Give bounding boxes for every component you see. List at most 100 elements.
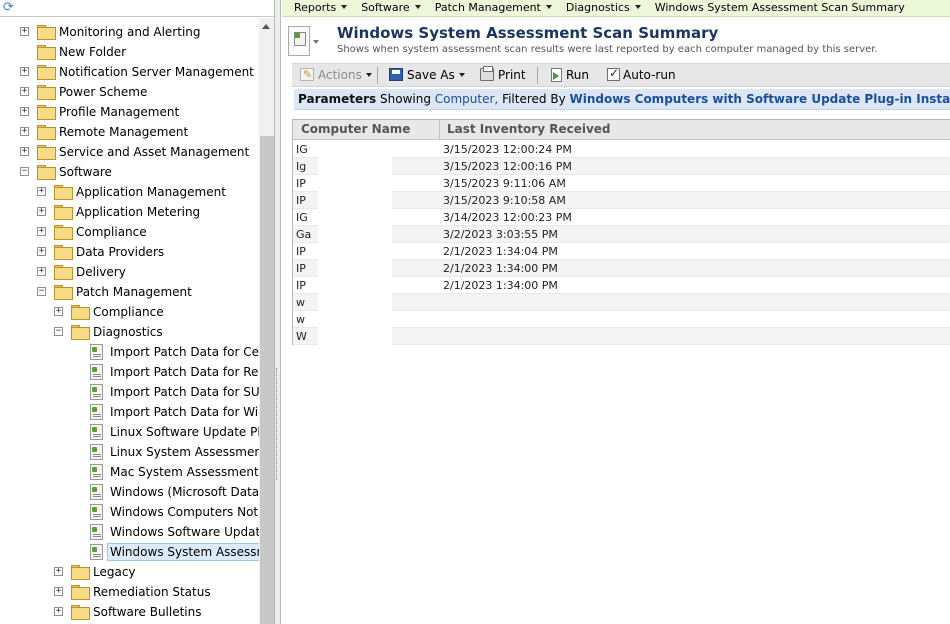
page-title: Windows System Assessment Scan Summary [337, 24, 719, 42]
expand-icon[interactable]: + [37, 187, 46, 196]
expand-icon[interactable]: + [54, 607, 63, 616]
tree-item-label: Patch Management [76, 285, 192, 299]
breadcrumb-item[interactable]: Diagnostics [566, 0, 641, 16]
actions-button[interactable]: Actions [300, 67, 372, 84]
folder-icon [54, 205, 73, 220]
report-icon[interactable] [288, 26, 310, 56]
folder-icon [37, 165, 56, 180]
breadcrumb-item[interactable]: Patch Management [435, 0, 552, 16]
filter-link[interactable]: Windows Computers with Software Update P… [570, 92, 950, 106]
expand-icon[interactable]: + [54, 307, 63, 316]
tree-item-label: Compliance [93, 305, 164, 319]
autorun-label: Auto-run [623, 68, 676, 82]
report-toolbar: Actions Save As Print Run Auto-run [292, 63, 950, 87]
autorun-checkbox[interactable] [607, 66, 620, 81]
expand-icon[interactable]: + [54, 587, 63, 596]
chevron-down-icon[interactable] [313, 40, 319, 44]
tree-item-label: Data Providers [76, 245, 165, 259]
collapse-icon[interactable]: − [20, 167, 29, 176]
expand-icon[interactable]: + [54, 567, 63, 576]
scrollbar-thumb[interactable] [260, 136, 274, 624]
report-header: Windows System Assessment Scan Summary S… [282, 21, 950, 63]
computer-name-cell: IP [296, 262, 306, 275]
report-icon [90, 504, 103, 520]
expand-icon[interactable]: + [20, 147, 29, 156]
breadcrumb-label: Software [361, 1, 410, 14]
breadcrumb-item[interactable]: Software [361, 0, 421, 16]
chevron-down-icon [341, 5, 348, 9]
folder-icon [37, 85, 56, 100]
refresh-icon[interactable]: ⟳ [3, 1, 16, 14]
actions-label: Actions [318, 68, 362, 82]
showing-text: Showing [380, 92, 431, 106]
collapse-icon[interactable]: − [54, 327, 63, 336]
entity-link[interactable]: Computer, [435, 92, 498, 106]
last-inventory-cell: 2/1/2023 1:34:00 PM [443, 262, 558, 275]
disk-icon [389, 68, 403, 81]
folder-icon [54, 245, 73, 260]
splitter-grip-icon[interactable] [276, 368, 279, 480]
expand-icon[interactable]: + [37, 247, 46, 256]
breadcrumb-label: Diagnostics [565, 1, 630, 14]
expand-icon[interactable]: + [20, 87, 29, 96]
tree-item-label: Profile Management [59, 105, 180, 119]
redaction-block [318, 145, 392, 345]
breadcrumb: Reports Software Patch Management Diagnosti… [282, 0, 950, 17]
breadcrumb-item[interactable]: Windows System Assessment Scan Summary [655, 0, 905, 16]
tree-item-label: Notification Server Management [59, 65, 254, 79]
printer-icon [480, 66, 494, 81]
column-header-last-inventory[interactable]: Last Inventory Received [447, 120, 611, 140]
collapse-icon[interactable]: − [37, 287, 46, 296]
column-header-computer-name[interactable]: Computer Name [301, 120, 410, 140]
tree-item-label: Application Management [76, 185, 226, 199]
tree-scrollbar[interactable] [259, 18, 274, 624]
folder-icon [71, 585, 90, 600]
expand-icon[interactable]: + [20, 107, 29, 116]
parameters-label[interactable]: Parameters [298, 92, 376, 106]
computer-name-cell: IP [296, 194, 306, 207]
breadcrumb-item[interactable]: Reports [294, 0, 348, 16]
folder-icon [37, 45, 56, 60]
last-inventory-cell: 3/15/2023 12:00:16 PM [443, 160, 572, 173]
autorun-toggle[interactable]: Auto-run [607, 66, 676, 84]
last-inventory-cell: 2/1/2023 1:34:00 PM [443, 279, 558, 292]
expand-icon[interactable]: + [37, 227, 46, 236]
expand-icon[interactable]: + [20, 127, 29, 136]
report-icon [90, 384, 103, 400]
run-button[interactable]: Run [550, 68, 589, 84]
print-label: Print [498, 68, 526, 82]
folder-icon [71, 565, 90, 580]
report-icon [90, 404, 103, 420]
results-grid: Computer Name Last Inventory Received IG… [292, 119, 950, 345]
save-as-button[interactable]: Save As [389, 68, 465, 84]
folder-icon [37, 65, 56, 80]
last-inventory-cell: 3/15/2023 12:00:24 PM [443, 143, 572, 156]
breadcrumb-label: Windows System Assessment Scan Summary [654, 1, 905, 14]
expand-icon[interactable]: + [37, 207, 46, 216]
expand-icon[interactable]: + [20, 67, 29, 76]
folder-icon [37, 145, 56, 160]
tree-item-label: Remote Management [59, 125, 189, 139]
computer-name-cell: W [296, 330, 307, 343]
chevron-down-icon [634, 5, 641, 9]
parameters-bar: Parameters Showing Computer, Filtered By… [294, 89, 950, 110]
run-icon [550, 68, 562, 82]
expand-icon[interactable]: + [37, 267, 46, 276]
expand-icon[interactable]: + [20, 27, 29, 36]
chevron-down-icon [545, 5, 552, 9]
page-description: Shows when system assessment scan result… [337, 44, 878, 55]
pane-splitter[interactable] [275, 0, 281, 624]
tree-item-label: Import Patch Data for Winc [110, 405, 273, 419]
column-resizer[interactable] [439, 120, 440, 140]
tree-item-label: Linux Software Update Plug [110, 425, 275, 439]
run-label: Run [566, 68, 590, 82]
print-button[interactable]: Print [480, 66, 526, 84]
computer-name-cell: IG [296, 143, 308, 156]
tree-item-label: Diagnostics [93, 325, 163, 339]
filtered-by-text: Filtered By [502, 92, 566, 106]
scroll-up-arrow-icon[interactable] [262, 24, 270, 29]
tree-item-label: Monitoring and Alerting [59, 25, 201, 39]
tree-item-label: New Folder [59, 45, 127, 59]
tree-item-label: Import Patch Data for SUS [110, 385, 268, 399]
toolbar-separator [377, 67, 378, 84]
